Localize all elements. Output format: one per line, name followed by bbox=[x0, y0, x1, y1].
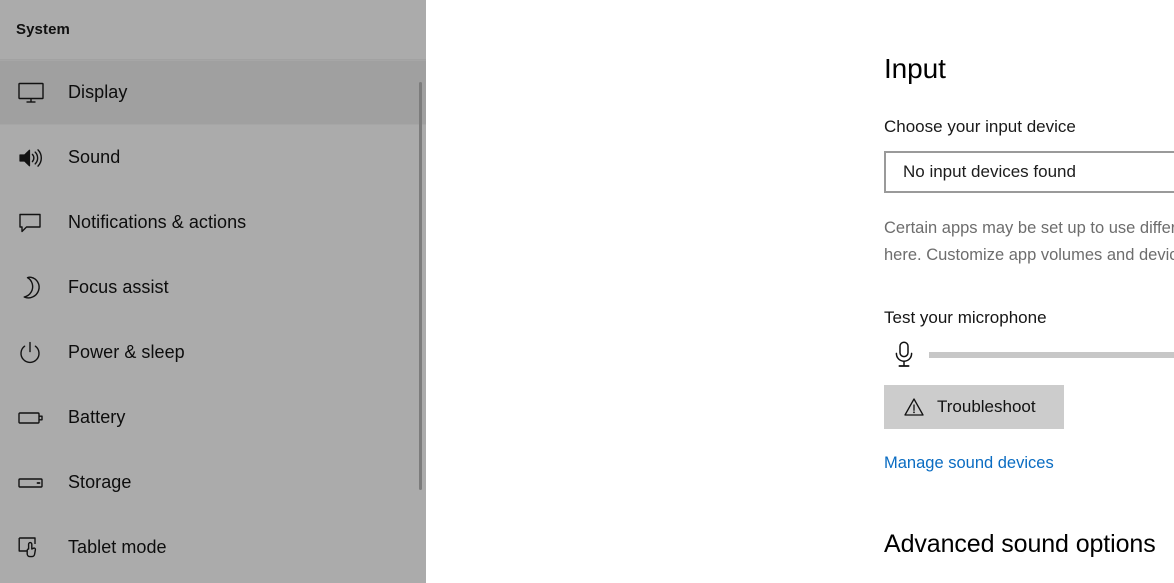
sidebar: System Display Sound Notifications & act… bbox=[0, 0, 426, 583]
input-device-label: Choose your input device bbox=[884, 117, 1076, 136]
sidebar-item-battery[interactable]: Battery bbox=[0, 385, 426, 450]
sidebar-item-storage[interactable]: Storage bbox=[0, 450, 426, 515]
chat-bubble-icon bbox=[14, 208, 48, 238]
sidebar-item-tablet-mode[interactable]: Tablet mode bbox=[0, 515, 426, 580]
sidebar-scrollbar[interactable] bbox=[419, 82, 422, 490]
microphone-level-row bbox=[892, 341, 1174, 369]
warning-triangle-icon bbox=[904, 397, 937, 417]
test-microphone-label: Test your microphone bbox=[884, 308, 1047, 327]
monitor-icon bbox=[14, 78, 48, 108]
sidebar-item-label: Tablet mode bbox=[68, 537, 167, 557]
sidebar-item-label: Display bbox=[68, 82, 128, 102]
page-title: Input bbox=[884, 53, 946, 84]
sidebar-item-sound[interactable]: Sound bbox=[0, 125, 426, 190]
input-device-selected-value: No input devices found bbox=[903, 162, 1076, 181]
sidebar-title: System bbox=[16, 21, 70, 38]
main-content: Input Choose your input device No input … bbox=[426, 0, 1174, 583]
manage-sound-devices-link[interactable]: Manage sound devices bbox=[884, 454, 1054, 473]
battery-icon bbox=[14, 403, 48, 433]
sidebar-item-label: Battery bbox=[68, 407, 126, 427]
moon-icon bbox=[14, 273, 48, 303]
sidebar-item-display[interactable]: Display bbox=[0, 60, 426, 125]
sidebar-header: System bbox=[0, 0, 426, 60]
settings-window: System Display Sound Notifications & act… bbox=[0, 0, 1174, 583]
advanced-sound-options-heading: Advanced sound options bbox=[884, 530, 1156, 558]
sidebar-nav-list: Display Sound Notifications & actions Fo… bbox=[0, 60, 426, 580]
sidebar-item-label: Storage bbox=[68, 472, 132, 492]
sidebar-item-label: Power & sleep bbox=[68, 342, 185, 362]
sidebar-item-focus-assist[interactable]: Focus assist bbox=[0, 255, 426, 320]
input-device-dropdown[interactable]: No input devices found bbox=[884, 151, 1174, 193]
speaker-icon bbox=[14, 143, 48, 173]
power-icon bbox=[14, 338, 48, 368]
troubleshoot-label: Troubleshoot bbox=[937, 397, 1036, 416]
sound-devices-description: Certain apps may be set up to use differ… bbox=[884, 219, 1174, 264]
sidebar-item-label: Sound bbox=[68, 147, 121, 167]
sidebar-item-power-sleep[interactable]: Power & sleep bbox=[0, 320, 426, 385]
microphone-level-bar bbox=[929, 352, 1174, 358]
microphone-icon bbox=[892, 341, 929, 369]
tablet-hand-icon bbox=[14, 533, 48, 563]
sidebar-item-label: Focus assist bbox=[68, 277, 169, 297]
sidebar-item-notifications-actions[interactable]: Notifications & actions bbox=[0, 190, 426, 255]
storage-icon bbox=[14, 468, 48, 498]
sidebar-item-label: Notifications & actions bbox=[68, 212, 247, 232]
troubleshoot-button[interactable]: Troubleshoot bbox=[884, 385, 1064, 429]
